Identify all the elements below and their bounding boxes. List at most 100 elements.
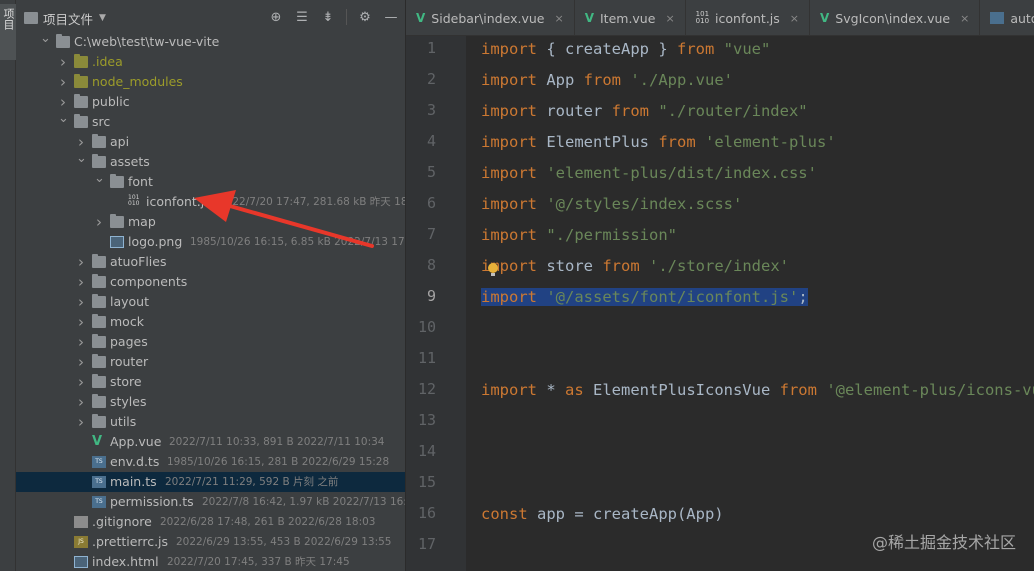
tree-folder-row[interactable]: › .idea bbox=[16, 52, 405, 72]
editor-tab-label: Sidebar\index.vue bbox=[431, 10, 545, 26]
keyword-token: import bbox=[481, 164, 537, 182]
editor-tab-label: SvgIcon\index.vue bbox=[835, 10, 951, 26]
chevron-down-icon[interactable]: ⌄ bbox=[40, 29, 51, 49]
chevron-right-icon[interactable]: › bbox=[76, 292, 86, 312]
tree-file-row[interactable]: TS env.d.ts 1985/10/26 16:15, 281 B 2022/6… bbox=[16, 452, 405, 472]
code-line[interactable]: import { createApp } from "vue" bbox=[481, 34, 770, 65]
line-number: 2 bbox=[426, 70, 436, 88]
chevron-right-icon[interactable]: › bbox=[76, 392, 86, 412]
gear-icon[interactable]: ⚙ bbox=[357, 9, 373, 25]
code-line[interactable]: const app = createApp(App) bbox=[481, 499, 724, 530]
code-line[interactable]: import 'element-plus/dist/index.css' bbox=[481, 158, 817, 189]
hide-panel-icon[interactable]: — bbox=[383, 9, 399, 25]
code-line[interactable]: import * as ElementPlusIconsVue from '@e… bbox=[481, 375, 1034, 406]
line-number: 7 bbox=[426, 225, 436, 243]
vue-file-icon: V bbox=[416, 11, 426, 25]
tree-file-row[interactable]: V App.vue 2022/7/11 10:33, 891 B 2022/7/11… bbox=[16, 432, 405, 452]
expand-all-icon[interactable]: ☰ bbox=[294, 9, 310, 25]
project-panel-title[interactable]: 项目文件 bbox=[43, 9, 93, 28]
editor-tab[interactable]: auto-imports.d.ts bbox=[980, 0, 1034, 36]
editor-tab[interactable]: V Item.vue × bbox=[575, 0, 686, 36]
chevron-right-icon[interactable]: › bbox=[76, 332, 86, 352]
chevron-right-icon[interactable]: › bbox=[76, 272, 86, 292]
tree-folder-row[interactable]: › styles bbox=[16, 392, 405, 412]
close-icon[interactable]: × bbox=[960, 12, 969, 25]
close-icon[interactable]: × bbox=[665, 12, 674, 25]
line-number: 3 bbox=[426, 101, 436, 119]
editor-tab[interactable]: V SvgIcon\index.vue × bbox=[810, 0, 981, 36]
editor-tab[interactable]: V Sidebar\index.vue × bbox=[406, 0, 575, 36]
close-icon[interactable]: × bbox=[554, 12, 563, 25]
code-token: store bbox=[537, 257, 603, 275]
chevron-down-icon[interactable]: ⌄ bbox=[94, 169, 105, 189]
tree-folder-row[interactable]: › atuoFlies bbox=[16, 252, 405, 272]
code-token: router bbox=[537, 102, 612, 120]
tree-folder-row[interactable]: › public bbox=[16, 92, 405, 112]
chevron-right-icon[interactable]: › bbox=[58, 52, 68, 72]
tree-file-row[interactable]: logo.png 1985/10/26 16:15, 6.85 kB 2022/7… bbox=[16, 232, 405, 252]
tree-item-label: src bbox=[92, 114, 111, 129]
chevron-right-icon[interactable]: › bbox=[76, 372, 86, 392]
tree-folder-row[interactable]: › api bbox=[16, 132, 405, 152]
chevron-down-icon[interactable]: ▼ bbox=[99, 13, 106, 23]
tree-item-label: C:\web\test\tw-vue-vite bbox=[74, 34, 220, 49]
code-line[interactable]: import router from "./router/index" bbox=[481, 96, 808, 127]
collapse-all-icon[interactable]: ⇟ bbox=[320, 9, 336, 25]
chevron-right-icon[interactable]: › bbox=[58, 72, 68, 92]
tree-folder-row[interactable]: › node_modules bbox=[16, 72, 405, 92]
code-line[interactable]: import '@/styles/index.scss' bbox=[481, 189, 742, 220]
chevron-right-icon[interactable]: › bbox=[94, 212, 104, 232]
target-icon[interactable]: ⊕ bbox=[268, 9, 284, 25]
tree-folder-row[interactable]: › mock bbox=[16, 312, 405, 332]
chevron-right-icon[interactable]: › bbox=[76, 412, 86, 432]
tree-folder-row[interactable]: › layout bbox=[16, 292, 405, 312]
code-line[interactable]: import App from './App.vue' bbox=[481, 65, 733, 96]
editor-tab[interactable]: 101 010 iconfont.js × bbox=[686, 0, 810, 36]
project-view-icon bbox=[24, 12, 38, 24]
binary-file-icon: 101 010 bbox=[695, 10, 710, 25]
tree-file-row[interactable]: JS .prettierrc.js 2022/6/29 13:55, 453 B 2… bbox=[16, 532, 405, 552]
ts-file-icon bbox=[990, 12, 1005, 24]
code-line[interactable]: import '@/assets/font/iconfont.js'; bbox=[481, 282, 808, 313]
tree-item-label: pages bbox=[110, 334, 148, 349]
project-tool-tab[interactable]: 项目 bbox=[0, 4, 16, 60]
keyword-token: from bbox=[583, 71, 621, 89]
tree-folder-row[interactable]: ⌄ font bbox=[16, 169, 405, 192]
code-line[interactable]: import "./permission" bbox=[481, 220, 677, 251]
folder-icon bbox=[92, 274, 106, 288]
chevron-right-icon[interactable]: › bbox=[76, 252, 86, 272]
tree-folder-row[interactable]: › pages bbox=[16, 332, 405, 352]
tree-file-row[interactable]: .gitignore 2022/6/28 17:48, 261 B 2022/6/… bbox=[16, 512, 405, 532]
close-icon[interactable]: × bbox=[790, 12, 799, 25]
chevron-down-icon[interactable]: ⌄ bbox=[58, 109, 69, 129]
lightbulb-icon[interactable] bbox=[488, 263, 498, 276]
tree-file-row[interactable]: index.html 2022/7/20 17:45, 337 B 昨天 17:4… bbox=[16, 552, 405, 571]
tree-item-label: components bbox=[110, 274, 188, 289]
tree-folder-row[interactable]: › utils bbox=[16, 412, 405, 432]
string-token: '@/styles/index.scss' bbox=[546, 195, 743, 213]
chevron-right-icon[interactable]: › bbox=[76, 312, 86, 332]
tree-folder-row[interactable]: › map bbox=[16, 212, 405, 232]
ts-file-icon: TS bbox=[92, 476, 106, 488]
tree-file-row[interactable]: TS permission.ts 2022/7/8 16:42, 1.97 kB 2… bbox=[16, 492, 405, 512]
tree-folder-row[interactable]: ⌄ C:\web\test\tw-vue-vite bbox=[16, 29, 405, 52]
chevron-down-icon[interactable]: ⌄ bbox=[76, 149, 87, 169]
tree-folder-row[interactable]: ⌄ assets bbox=[16, 149, 405, 172]
keyword-token: import bbox=[481, 71, 537, 89]
editor-tab-label: iconfont.js bbox=[715, 10, 780, 26]
tree-file-row[interactable]: 101 010 iconfont.js 2022/7/20 17:47, 281.68… bbox=[16, 192, 405, 212]
tree-file-row[interactable]: TS main.ts 2022/7/21 11:29, 592 B 片刻 之前 bbox=[16, 472, 405, 492]
keyword-token: import bbox=[481, 40, 537, 58]
chevron-right-icon[interactable]: › bbox=[76, 352, 86, 372]
tree-folder-row[interactable]: ⌄ src bbox=[16, 109, 405, 132]
code-token: App bbox=[537, 71, 584, 89]
code-line[interactable]: import store from './store/index' bbox=[481, 251, 789, 282]
code-line[interactable]: import ElementPlus from 'element-plus' bbox=[481, 127, 836, 158]
tree-folder-row[interactable]: › components bbox=[16, 272, 405, 292]
folder-icon bbox=[92, 154, 106, 168]
tree-folder-row[interactable]: › router bbox=[16, 352, 405, 372]
tree-folder-row[interactable]: › store bbox=[16, 372, 405, 392]
project-panel-header: 项目文件 ▼ ⊕ ☰ ⇟ ⚙ — bbox=[16, 0, 405, 36]
ts-file-icon: TS bbox=[92, 456, 106, 468]
